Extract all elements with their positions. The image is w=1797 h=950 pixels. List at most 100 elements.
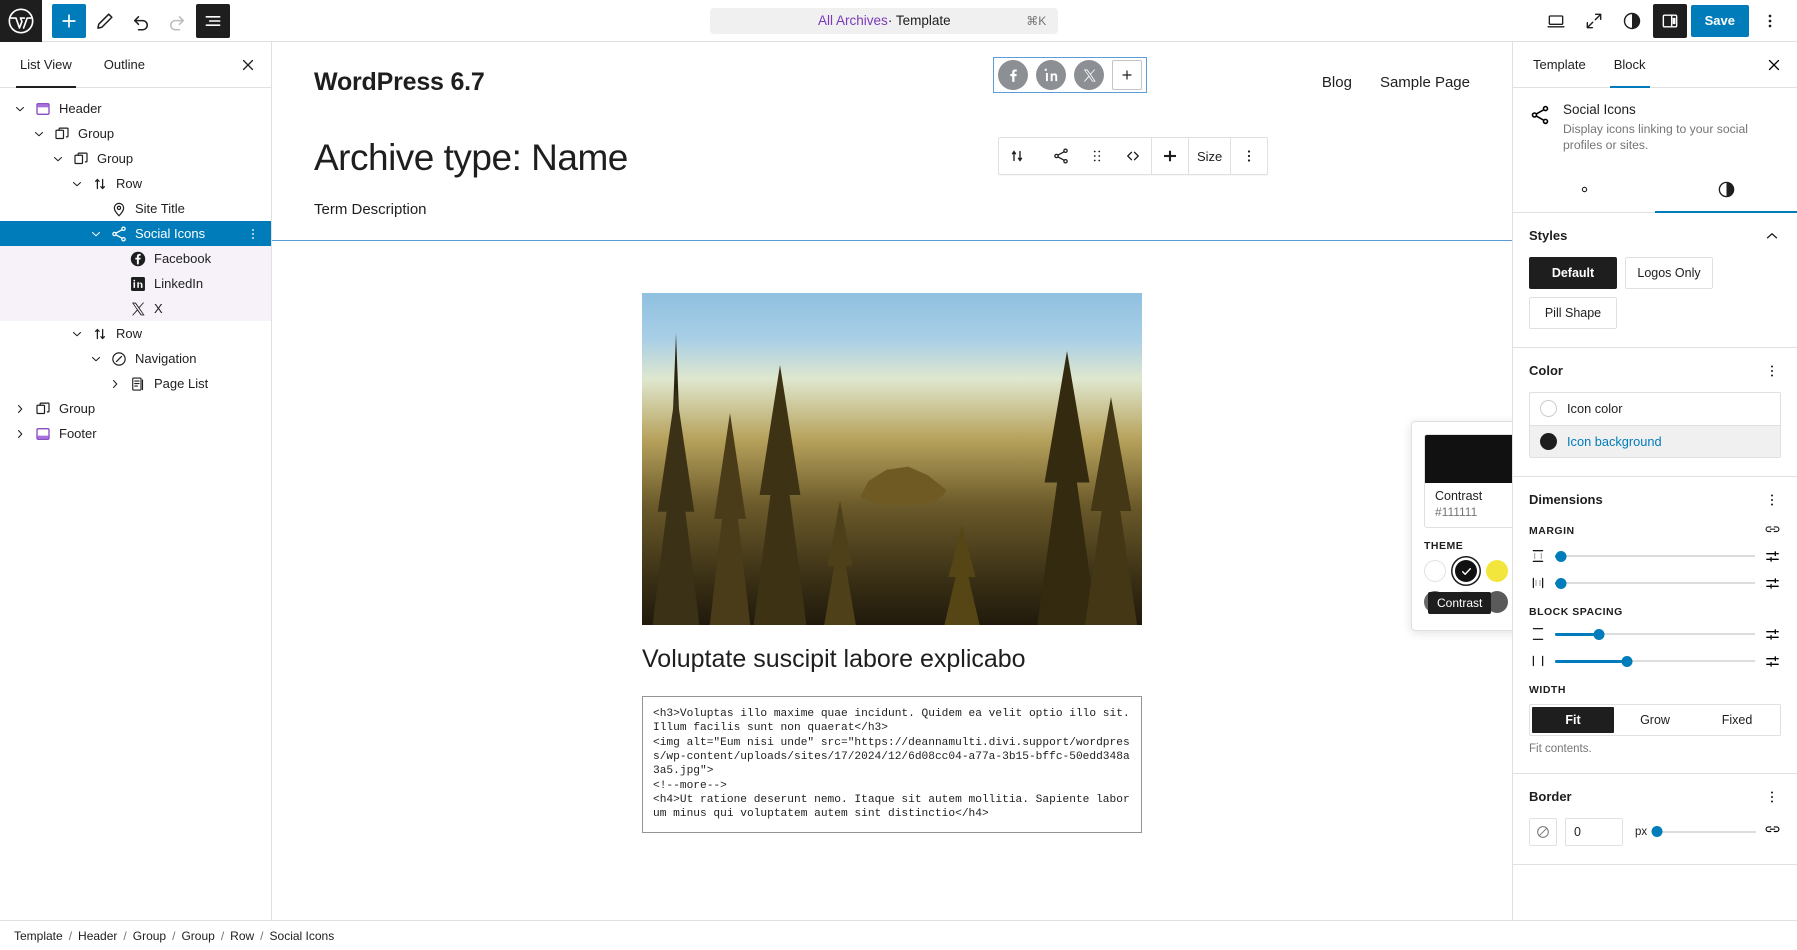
theme-color-accent-1[interactable] — [1486, 560, 1508, 582]
tree-item-social-icons[interactable]: Social Icons — [0, 221, 271, 246]
styles-subtab[interactable] — [1655, 168, 1797, 212]
view-desktop-button[interactable] — [1539, 4, 1573, 38]
theme-color-contrast[interactable] — [1455, 560, 1477, 582]
breadcrumb-item-group[interactable]: Group — [133, 929, 166, 943]
tree-item-page-list[interactable]: Page List — [0, 371, 271, 396]
breadcrumb-item-header[interactable]: Header — [78, 929, 117, 943]
chevron-down-icon[interactable] — [65, 177, 89, 191]
tree-item-site-title[interactable]: Site Title — [0, 196, 271, 221]
facebook-social-icon[interactable] — [998, 60, 1028, 90]
social-icons-block-selected[interactable] — [994, 58, 1146, 92]
add-social-icon-button[interactable] — [1112, 60, 1142, 90]
icon-color-row[interactable]: Icon color — [1530, 393, 1780, 425]
border-panel-menu-icon[interactable] — [1763, 788, 1781, 806]
block-spacing-horizontal-slider[interactable] — [1555, 653, 1755, 669]
tab-outline[interactable]: Outline — [88, 42, 161, 87]
nav-item-sample-page[interactable]: Sample Page — [1380, 74, 1470, 91]
chevron-right-icon[interactable] — [103, 377, 127, 391]
tree-item-options-icon[interactable] — [243, 226, 263, 242]
style-pill-shape-button[interactable]: Pill Shape — [1529, 297, 1617, 329]
tree-item-navigation[interactable]: Navigation — [0, 346, 271, 371]
chevron-up-icon[interactable] — [1763, 227, 1781, 245]
list-view-button[interactable] — [196, 4, 230, 38]
breadcrumb-item-social-icons[interactable]: Social Icons — [270, 929, 335, 943]
chevron-down-icon[interactable] — [46, 152, 70, 166]
zoom-out-button[interactable] — [1577, 4, 1611, 38]
style-logos-only-button[interactable]: Logos Only — [1625, 257, 1713, 289]
wordpress-logo-icon[interactable] — [0, 0, 42, 42]
styles-button[interactable] — [1615, 4, 1649, 38]
close-inspector-icon[interactable] — [1759, 50, 1789, 80]
chevron-down-icon[interactable] — [84, 352, 108, 366]
settings-sidebar-button[interactable] — [1653, 4, 1687, 38]
tree-item-group[interactable]: Group — [0, 396, 271, 421]
margin-vertical-unit-toggle[interactable] — [1763, 548, 1781, 565]
tree-item-x[interactable]: X — [0, 296, 271, 321]
edit-tool-button[interactable] — [88, 4, 122, 38]
size-button[interactable]: Size — [1189, 138, 1230, 174]
tree-item-header[interactable]: Header — [0, 96, 271, 121]
no-color-icon[interactable] — [1529, 818, 1557, 846]
link-sides-icon[interactable] — [1764, 523, 1781, 540]
width-fit-button[interactable]: Fit — [1532, 707, 1614, 733]
tab-template[interactable]: Template — [1519, 42, 1600, 87]
theme-color-base[interactable] — [1424, 560, 1446, 582]
post-featured-image[interactable] — [642, 293, 1142, 625]
add-block-button[interactable] — [52, 4, 86, 38]
border-width-unit[interactable]: px — [1635, 826, 1647, 838]
term-description[interactable]: Term Description — [272, 201, 1512, 218]
tab-list-view[interactable]: List View — [4, 42, 88, 87]
post-content-code-block[interactable]: <h3>Voluptas illo maxime quae incidunt. … — [642, 696, 1142, 833]
chevron-down-icon[interactable] — [65, 327, 89, 341]
block-spacing-vertical-unit-toggle[interactable] — [1763, 626, 1781, 643]
block-type-button[interactable] — [1043, 138, 1079, 174]
move-arrows-button[interactable] — [1115, 138, 1151, 174]
icon-background-row[interactable]: Icon background — [1530, 425, 1780, 457]
nav-item-blog[interactable]: Blog — [1322, 74, 1352, 91]
color-panel-menu-icon[interactable] — [1763, 362, 1781, 380]
style-default-button[interactable]: Default — [1529, 257, 1617, 289]
chevron-down-icon[interactable] — [84, 227, 108, 241]
linkedin-social-icon[interactable] — [1036, 60, 1066, 90]
tree-item-facebook[interactable]: Facebook — [0, 246, 271, 271]
post-title[interactable]: Voluptate suscipit labore explicabo — [642, 645, 1142, 674]
settings-subtab[interactable] — [1513, 168, 1655, 212]
more-options-button[interactable] — [1753, 4, 1787, 38]
border-width-input[interactable]: 0 — [1565, 818, 1623, 846]
margin-horizontal-unit-toggle[interactable] — [1763, 575, 1781, 592]
tree-item-row[interactable]: Row — [0, 171, 271, 196]
margin-horizontal-slider[interactable] — [1555, 575, 1755, 591]
block-more-options-button[interactable] — [1231, 138, 1267, 174]
dimensions-panel-menu-icon[interactable] — [1763, 491, 1781, 509]
block-spacing-horizontal-unit-toggle[interactable] — [1763, 653, 1781, 670]
block-spacing-vertical-slider[interactable] — [1555, 626, 1755, 642]
x-social-icon[interactable] — [1074, 60, 1104, 90]
save-button[interactable]: Save — [1691, 5, 1749, 37]
tree-item-group[interactable]: Group — [0, 121, 271, 146]
chevron-down-icon[interactable] — [8, 102, 32, 116]
breadcrumb-item-row[interactable]: Row — [230, 929, 254, 943]
chevron-right-icon[interactable] — [8, 427, 32, 441]
document-title-button[interactable]: All Archives · Template ⌘K — [710, 8, 1058, 34]
breadcrumb-item-template[interactable]: Template — [14, 929, 63, 943]
archive-title[interactable]: Archive type: Name — [272, 137, 1512, 179]
tree-item-linkedin[interactable]: LinkedIn — [0, 271, 271, 296]
tree-item-row[interactable]: Row — [0, 321, 271, 346]
site-title[interactable]: WordPress 6.7 — [314, 68, 485, 97]
border-width-slider[interactable] — [1655, 824, 1756, 840]
drag-handle-button[interactable] — [1079, 138, 1115, 174]
border-link-sides-icon[interactable] — [1764, 823, 1781, 840]
chevron-down-icon[interactable] — [27, 127, 51, 141]
redo-button[interactable] — [160, 4, 194, 38]
tree-item-footer[interactable]: Footer — [0, 421, 271, 446]
width-grow-button[interactable]: Grow — [1614, 707, 1696, 733]
close-list-view-icon[interactable] — [233, 50, 263, 80]
width-fixed-button[interactable]: Fixed — [1696, 707, 1778, 733]
breadcrumb-item-group[interactable]: Group — [181, 929, 214, 943]
tree-item-group[interactable]: Group — [0, 146, 271, 171]
parent-row-button[interactable] — [999, 138, 1035, 174]
chevron-right-icon[interactable] — [8, 402, 32, 416]
undo-button[interactable] — [124, 4, 158, 38]
tab-block[interactable]: Block — [1600, 42, 1660, 87]
alignment-button[interactable] — [1152, 138, 1188, 174]
